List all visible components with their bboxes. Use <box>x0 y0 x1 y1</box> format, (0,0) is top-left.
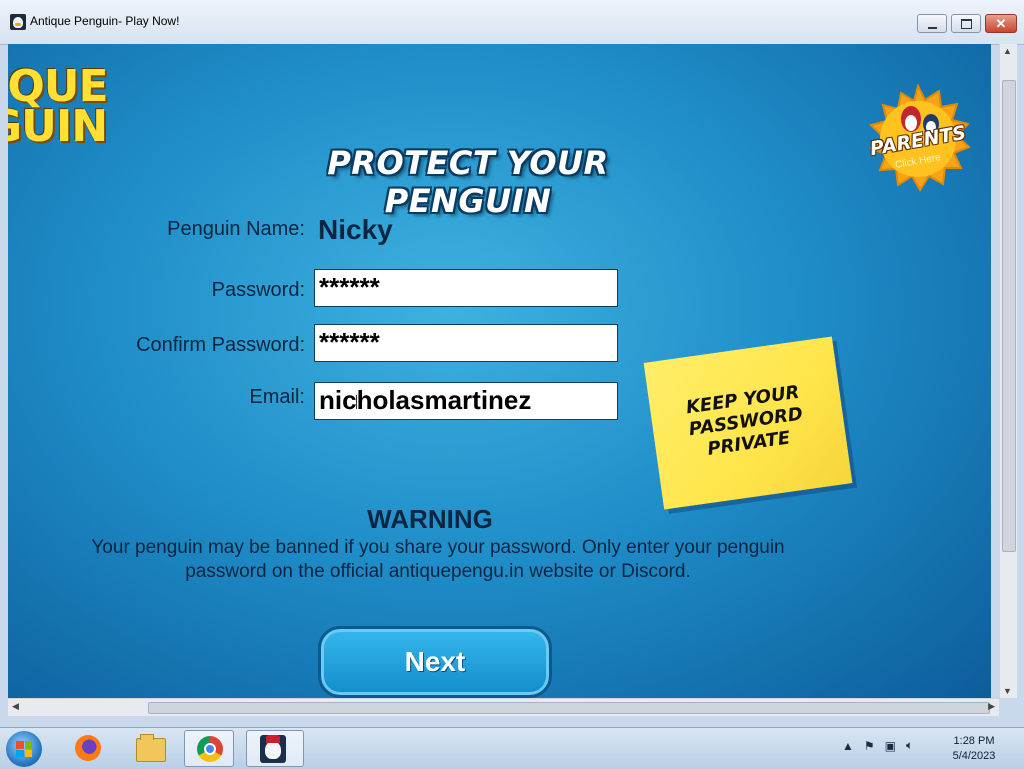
penguin-name-label: Penguin Name: <box>167 218 305 240</box>
taskbar: ▲ ⚑ ▣ 🔈︎ 1:28 PM 5/4/2023 <box>0 727 1024 769</box>
maximize-icon <box>960 18 972 29</box>
horizontal-scroll-thumb[interactable] <box>148 702 990 714</box>
scroll-right-icon[interactable]: ▶ <box>988 701 995 712</box>
start-button[interactable] <box>6 731 42 767</box>
page-heading: PROTECT YOUR PENGUIN <box>327 144 609 220</box>
network-icon[interactable]: ▣ <box>885 739 896 753</box>
password-field[interactable]: ****** <box>314 269 618 307</box>
action-center-flag-icon[interactable]: ⚑ <box>864 739 875 753</box>
close-button[interactable]: ✕ <box>985 14 1017 33</box>
warning-title: WARNING <box>367 504 493 534</box>
antique-penguin-logo[interactable]: IQUE GUIN <box>8 65 148 156</box>
folder-icon <box>136 734 166 762</box>
game-area: IQUE GUIN PROTECT YOUR PENGUIN PARENTS C… <box>8 44 991 698</box>
penguin-app-icon <box>10 14 26 30</box>
minimize-button[interactable] <box>917 14 947 33</box>
minimize-icon <box>927 26 937 29</box>
scroll-down-icon[interactable]: ▼ <box>1003 686 1012 696</box>
email-field[interactable]: nicholasmartinez <box>314 382 618 420</box>
sticky-note-text: KEEP YOUR PASSWORD PRIVATE <box>684 381 805 460</box>
clock-time: 1:28 PM <box>953 735 995 747</box>
maximize-button[interactable] <box>951 14 981 33</box>
windows-logo-icon <box>16 741 32 757</box>
email-label: Email: <box>249 386 305 408</box>
taskbar-firefox[interactable] <box>63 730 113 767</box>
confirm-password-field[interactable]: ****** <box>314 324 618 362</box>
vertical-scroll-thumb[interactable] <box>1002 80 1016 552</box>
window-title: Antique Penguin- Play Now! <box>30 14 180 28</box>
chrome-icon <box>197 736 223 762</box>
logo-line-2: GUIN <box>8 101 108 152</box>
clock-date: 5/4/2023 <box>952 750 996 762</box>
volume-icon[interactable]: 🔈︎ <box>906 738 913 753</box>
next-button-label: Next <box>404 646 466 677</box>
sticky-note: KEEP YOUR PASSWORD PRIVATE <box>643 336 853 510</box>
system-tray: ▲ ⚑ ▣ 🔈︎ <box>842 738 913 753</box>
scroll-left-icon[interactable]: ◀ <box>12 701 19 712</box>
penguin-game-icon <box>260 735 286 763</box>
taskbar-antique-penguin[interactable] <box>246 730 304 767</box>
taskbar-file-explorer[interactable] <box>125 730 175 767</box>
horizontal-scrollbar[interactable]: ◀ ▶ <box>8 698 999 716</box>
scroll-up-icon[interactable]: ▲ <box>1003 46 1012 56</box>
show-hidden-icons-icon[interactable]: ▲ <box>842 739 854 753</box>
firefox-icon <box>75 735 101 761</box>
taskbar-chrome[interactable] <box>184 730 234 767</box>
vertical-scrollbar[interactable]: ▲ ▼ <box>999 44 1017 698</box>
i-beam-cursor <box>356 395 357 409</box>
browser-window: Antique Penguin- Play Now! ✕ IQUE GUIN P… <box>0 0 1024 727</box>
confirm-password-label: Confirm Password: <box>136 334 305 356</box>
title-bar[interactable]: Antique Penguin- Play Now! ✕ <box>0 0 1024 45</box>
system-clock[interactable]: 1:28 PM 5/4/2023 <box>944 734 1004 764</box>
close-icon: ✕ <box>995 16 1007 31</box>
next-button[interactable]: Next <box>318 626 552 698</box>
penguin-name-value: Nicky <box>318 214 393 245</box>
warning-message: Your penguin may be banned if you share … <box>91 537 785 582</box>
parents-button[interactable]: PARENTS Click Here <box>863 83 973 194</box>
password-label: Password: <box>211 279 305 301</box>
